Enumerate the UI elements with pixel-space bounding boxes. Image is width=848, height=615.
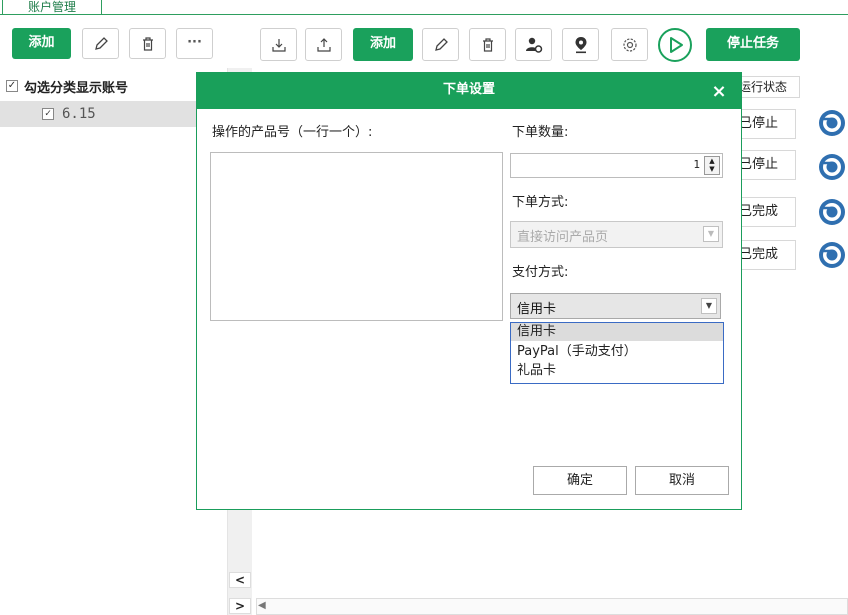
location-button[interactable] xyxy=(562,28,599,61)
payment-method-select[interactable]: 信用卡 ▼ xyxy=(510,293,721,319)
quantity-label: 下单数量: xyxy=(512,125,569,140)
chrome-icon[interactable] xyxy=(818,109,846,137)
stop-task-button[interactable]: 停止任务 xyxy=(706,28,800,61)
pencil-icon xyxy=(94,37,108,50)
main-delete-button[interactable] xyxy=(469,28,506,61)
chrome-icon[interactable] xyxy=(818,241,846,269)
chrome-icon[interactable] xyxy=(818,198,846,226)
left-delete-button[interactable] xyxy=(129,28,166,59)
table-row-status: 已完成 xyxy=(738,197,796,227)
pencil-icon xyxy=(434,38,448,51)
left-add-button[interactable]: 添加 xyxy=(12,28,71,59)
expand-right-button[interactable]: > xyxy=(229,598,251,614)
quantity-stepper[interactable]: 1 ▲ ▼ xyxy=(510,153,723,178)
location-icon xyxy=(575,37,586,54)
close-icon[interactable]: × xyxy=(707,79,731,105)
play-icon xyxy=(670,37,683,53)
payment-method-value: 信用卡 xyxy=(517,302,557,317)
order-settings-dialog: 下单设置 × 操作的产品号（一行一个）: 下单数量: 1 ▲ ▼ 下单方式: 直接… xyxy=(196,72,742,510)
payment-option-credit-card[interactable]: 信用卡 xyxy=(511,323,723,341)
top-tab-strip xyxy=(0,0,848,15)
main-edit-button[interactable] xyxy=(422,28,459,61)
main-add-button[interactable]: 添加 xyxy=(353,28,413,61)
trash-icon xyxy=(142,37,153,51)
horizontal-scrollbar[interactable] xyxy=(256,598,848,615)
chevron-down-icon[interactable]: ▼ xyxy=(701,298,717,314)
import-button[interactable] xyxy=(260,28,297,61)
group-checkbox[interactable]: ✓ xyxy=(42,108,54,120)
quantity-value: 1 xyxy=(693,158,700,171)
table-row-status: 已停止 xyxy=(738,150,796,180)
export-button[interactable] xyxy=(305,28,342,61)
tab-account-management[interactable]: 账户管理 xyxy=(2,0,102,15)
list-item[interactable]: ✓ 6.15 xyxy=(0,101,228,127)
order-method-select: 直接访问产品页 ▼ xyxy=(510,221,723,248)
settings-button[interactable] xyxy=(611,28,648,61)
payment-option-paypal[interactable]: PayPal（手动支付） xyxy=(511,343,723,361)
settings-icon xyxy=(622,38,637,52)
confirm-button[interactable]: 确定 xyxy=(533,466,627,495)
table-row-status: 已停止 xyxy=(738,109,796,139)
payment-method-label: 支付方式: xyxy=(512,265,569,280)
order-method-label: 下单方式: xyxy=(512,195,569,210)
group-filter-label: 勾选分类显示账号 xyxy=(24,80,129,96)
payment-method-dropdown: 信用卡 PayPal（手动支付） 礼品卡 xyxy=(510,322,724,384)
show-by-group-header[interactable]: ✓ 勾选分类显示账号 xyxy=(6,75,128,97)
user-gear-icon xyxy=(525,37,542,53)
chevron-down-icon: ▼ xyxy=(703,226,719,242)
group-filter-checkbox[interactable]: ✓ xyxy=(6,80,18,92)
start-task-button[interactable] xyxy=(658,28,692,62)
scroll-left-arrow-icon[interactable]: ◀ xyxy=(258,600,266,611)
product-ids-input[interactable] xyxy=(210,152,503,321)
export-icon xyxy=(316,38,331,52)
trash-icon xyxy=(482,38,493,52)
dialog-title-bar[interactable]: 下单设置 × xyxy=(197,73,741,109)
user-settings-button[interactable] xyxy=(515,28,552,61)
left-more-button[interactable]: ··· xyxy=(176,28,213,59)
import-icon xyxy=(271,39,286,52)
cancel-button[interactable]: 取消 xyxy=(635,466,729,495)
chrome-icon[interactable] xyxy=(818,153,846,181)
status-column-header[interactable]: 运行状态 xyxy=(738,76,800,98)
dialog-title: 下单设置 xyxy=(442,82,495,97)
group-label: 6.15 xyxy=(62,106,96,122)
table-row-status: 已完成 xyxy=(738,240,796,270)
product-ids-label: 操作的产品号（一行一个）: xyxy=(212,125,373,140)
order-method-value: 直接访问产品页 xyxy=(517,230,609,245)
account-group-panel xyxy=(0,68,228,615)
left-edit-button[interactable] xyxy=(82,28,119,59)
payment-option-gift-card[interactable]: 礼品卡 xyxy=(511,362,723,380)
collapse-left-button[interactable]: < xyxy=(229,572,251,588)
stepper-arrows-icon[interactable]: ▲ ▼ xyxy=(704,156,720,175)
